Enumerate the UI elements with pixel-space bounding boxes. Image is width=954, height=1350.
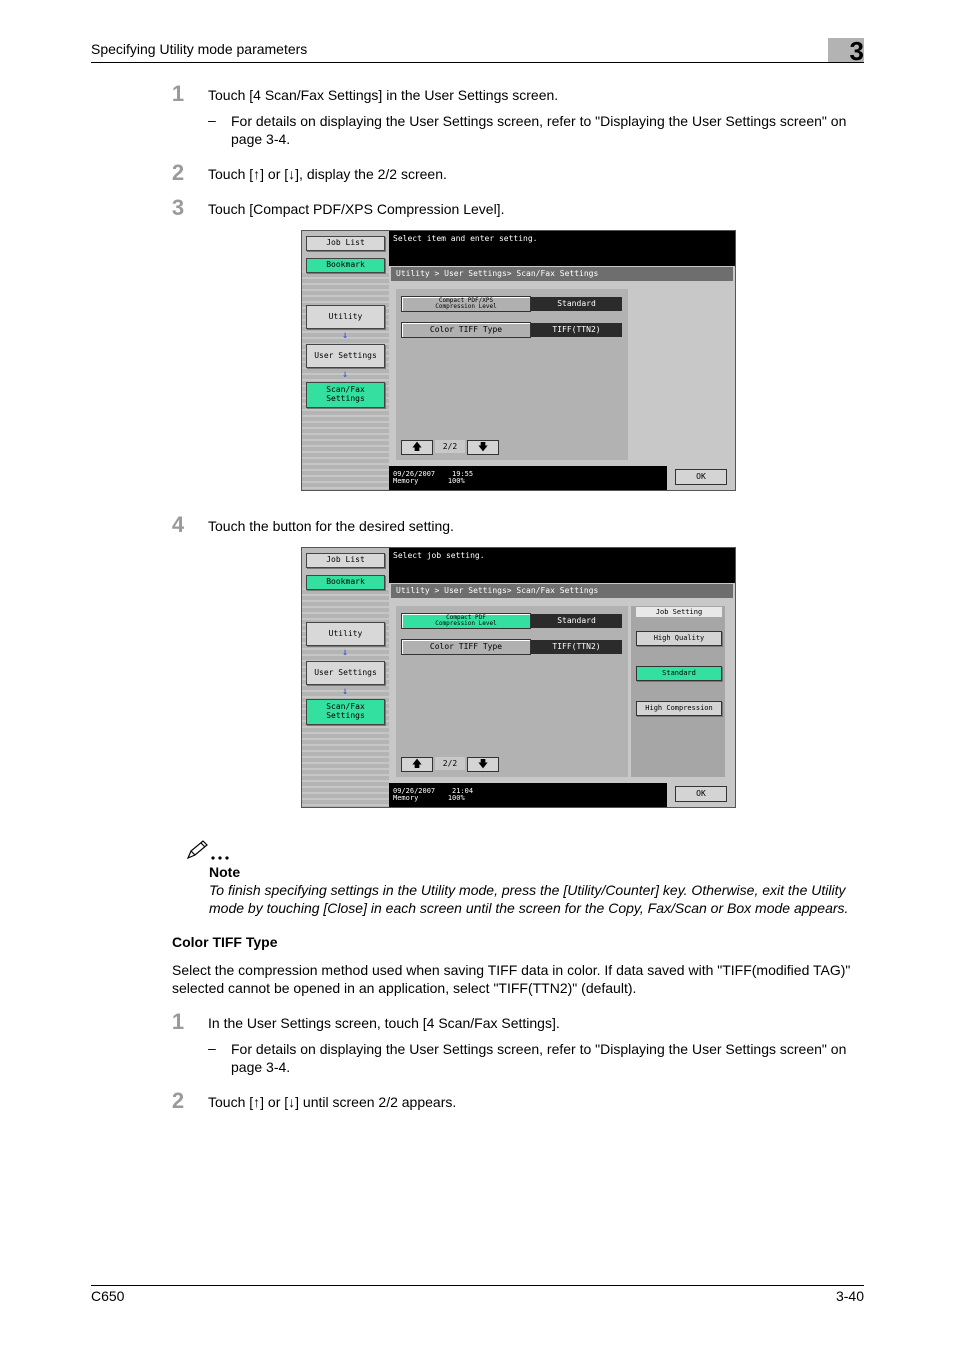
breadcrumb: Utility > User Settings> Scan/Fax Settin…: [391, 584, 733, 598]
user-settings-button[interactable]: User Settings: [306, 344, 385, 368]
page-indicator: 2/2: [435, 757, 465, 770]
message-bar: Select job setting.: [389, 548, 735, 583]
running-header: Specifying Utility mode parameters: [91, 41, 308, 57]
header-rule: [91, 62, 864, 63]
sub-bullet-text: For details on displaying the User Setti…: [231, 1041, 847, 1075]
utility-button[interactable]: Utility: [306, 305, 385, 329]
note-pencil-icon: [186, 838, 234, 867]
step-number: 1: [171, 1009, 185, 1034]
step-number: 4: [171, 512, 185, 537]
scan-fax-settings-button[interactable]: Scan/Fax Settings: [306, 382, 385, 408]
user-settings-button[interactable]: User Settings: [306, 661, 385, 685]
step-number: 2: [171, 1088, 185, 1113]
standard-button[interactable]: Standard: [636, 666, 722, 681]
screenshot-item-select: Job List Bookmark Utility ↓ User Setting…: [301, 230, 736, 491]
section-heading: Color TIFF Type: [172, 934, 278, 950]
page-down-button[interactable]: 🡇: [467, 757, 499, 772]
step-number: 2: [171, 160, 185, 185]
footer-page-number: 3-40: [835, 1288, 864, 1304]
sub-bullet-dash: –: [208, 1040, 216, 1056]
color-tiff-button[interactable]: Color TIFF Type: [401, 322, 531, 338]
high-quality-button[interactable]: High Quality: [636, 631, 722, 646]
settings-panel: [396, 289, 628, 460]
arrow-down-icon: ↓: [341, 330, 349, 341]
step-number: 1: [171, 81, 185, 106]
step-number: 3: [171, 195, 185, 220]
arrow-down-icon: ↓: [341, 686, 349, 697]
footer-rule: [91, 1285, 864, 1286]
section-body: Select the compression method used when …: [172, 962, 851, 996]
page-up-button[interactable]: 🡅: [401, 757, 433, 772]
arrow-down-icon: ↓: [341, 369, 349, 380]
page-up-button[interactable]: 🡅: [401, 440, 433, 455]
message-bar: Select item and enter setting.: [389, 231, 735, 266]
step-text: Touch [↑] or [↓] until screen 2/2 appear…: [208, 1094, 457, 1110]
compact-pdf-value: Standard: [531, 614, 622, 628]
page-indicator: 2/2: [435, 440, 465, 453]
job-list-button[interactable]: Job List: [306, 553, 385, 568]
color-tiff-value: TIFF(TTN2): [531, 640, 622, 654]
high-compression-button[interactable]: High Compression: [636, 701, 722, 716]
bookmark-button[interactable]: Bookmark: [306, 258, 385, 273]
step-text: Touch the button for the desired setting…: [208, 518, 454, 534]
note-label: Note: [209, 864, 241, 880]
sub-bullet-dash: –: [208, 112, 216, 128]
color-tiff-value: TIFF(TTN2): [531, 323, 622, 337]
breadcrumb: Utility > User Settings> Scan/Fax Settin…: [391, 267, 733, 281]
job-setting-title: Job Setting: [636, 607, 722, 617]
settings-panel: [396, 606, 628, 777]
arrow-down-icon: ↓: [341, 647, 349, 658]
step-text: Touch [Compact PDF/XPS Compression Level…: [208, 201, 505, 217]
compact-pdf-value: Standard: [531, 297, 622, 311]
note-text: To finish specifying settings in the Uti…: [209, 882, 849, 916]
compact-pdf-button[interactable]: Compact PDF/XPS Compression Level: [401, 296, 531, 312]
status-bar: 09/26/2007 19:55 Memory 100%: [389, 466, 667, 490]
status-bar: 09/26/2007 21:04 Memory 100%: [389, 783, 667, 807]
scan-fax-settings-button[interactable]: Scan/Fax Settings: [306, 699, 385, 725]
utility-button[interactable]: Utility: [306, 622, 385, 646]
screenshot-job-setting: Job List Bookmark Utility ↓ User Setting…: [301, 547, 736, 808]
compact-pdf-button[interactable]: Compact PDF Compression Level: [401, 613, 531, 629]
bookmark-button[interactable]: Bookmark: [306, 575, 385, 590]
job-list-button[interactable]: Job List: [306, 236, 385, 251]
ok-button[interactable]: OK: [675, 786, 727, 802]
color-tiff-button[interactable]: Color TIFF Type: [401, 639, 531, 655]
ok-button[interactable]: OK: [675, 469, 727, 485]
footer-model: C650: [91, 1288, 125, 1304]
page-down-button[interactable]: 🡇: [467, 440, 499, 455]
step-text: Touch [↑] or [↓], display the 2/2 screen…: [208, 166, 447, 182]
step-text: Touch [4 Scan/Fax Settings] in the User …: [208, 87, 559, 103]
step-text: In the User Settings screen, touch [4 Sc…: [208, 1015, 560, 1031]
sub-bullet-text: For details on displaying the User Setti…: [231, 113, 847, 147]
